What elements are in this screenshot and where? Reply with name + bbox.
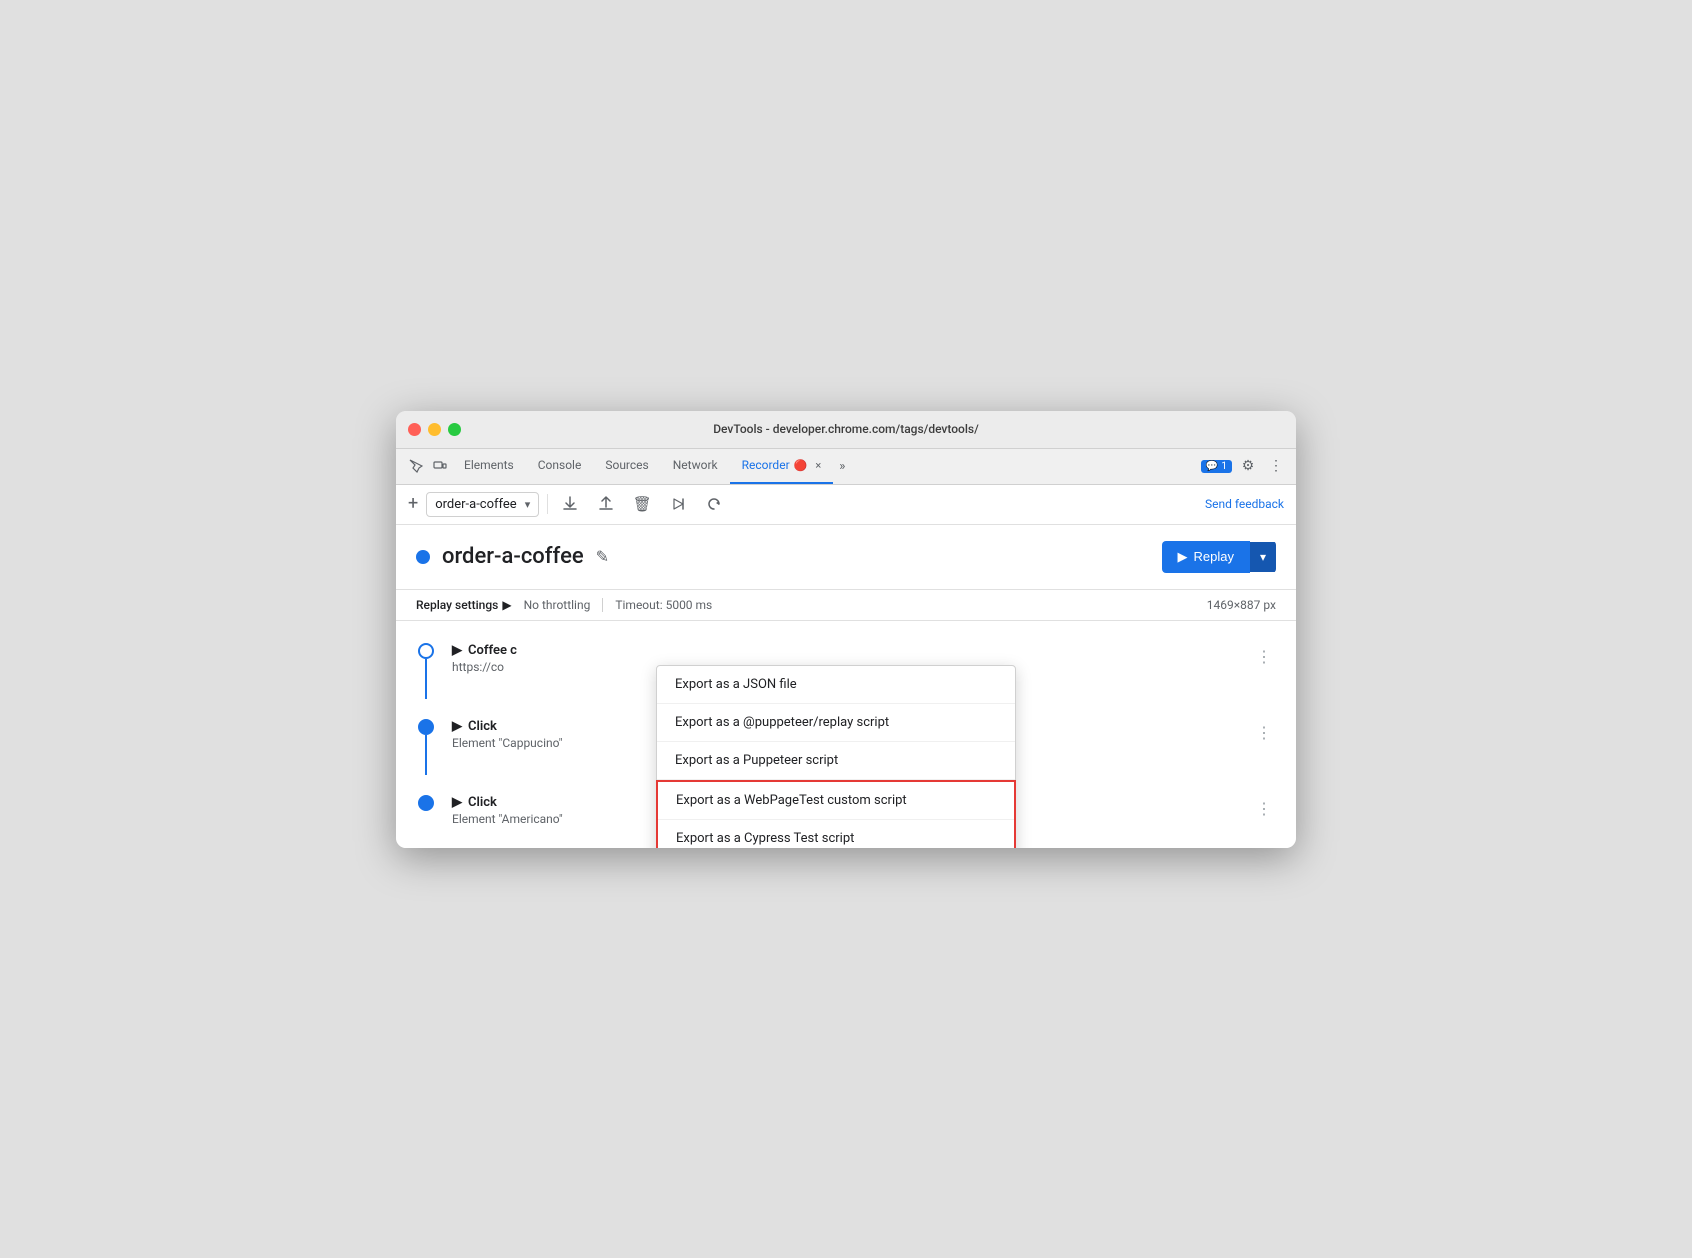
recording-name-label: order-a-coffee xyxy=(442,544,584,569)
replay-all-button[interactable] xyxy=(700,490,728,518)
traffic-lights xyxy=(408,423,461,436)
more-options-icon[interactable]: ⋮ xyxy=(1264,454,1288,478)
tab-close-icon[interactable]: × xyxy=(815,459,821,472)
step-line-2 xyxy=(425,735,427,775)
step-expand-icon-2[interactable]: ▶ xyxy=(452,719,462,734)
tab-elements[interactable]: Elements xyxy=(452,448,526,484)
settings-icon[interactable]: ⚙ xyxy=(1236,454,1260,478)
recording-header: order-a-coffee ✎ ▶ Replay ▾ xyxy=(396,525,1296,590)
recorder-main: order-a-coffee ✎ ▶ Replay ▾ Replay setti… xyxy=(396,525,1296,848)
step-circle-click1 xyxy=(418,719,434,735)
tab-console[interactable]: Console xyxy=(526,448,594,484)
device-icon[interactable] xyxy=(428,454,452,478)
replay-button[interactable]: ▶ Replay xyxy=(1162,541,1250,573)
export-json-item[interactable]: Export as a JSON file xyxy=(657,666,1015,704)
dimension-value: 1469×887 px xyxy=(1207,598,1276,612)
step-timeline xyxy=(416,643,436,699)
step-more-button-3[interactable]: ⋮ xyxy=(1252,795,1276,822)
replay-settings-row: Replay settings ▶ No throttling Timeout:… xyxy=(396,590,1296,621)
close-button[interactable] xyxy=(408,423,421,436)
export-webpagetest-item[interactable]: Export as a WebPageTest custom script xyxy=(658,782,1014,820)
step-circle-click2 xyxy=(418,795,434,811)
recorder-toolbar: + order-a-coffee ▾ 🗑 xyxy=(396,485,1296,525)
recorder-dot-icon: 🔴 xyxy=(794,459,808,472)
timeout-value: Timeout: 5000 ms xyxy=(615,598,712,612)
inspect-icon[interactable] xyxy=(404,454,428,478)
step-more-button-2[interactable]: ⋮ xyxy=(1252,719,1276,746)
toolbar-separator xyxy=(547,494,548,514)
export-cypress-item[interactable]: Export as a Cypress Test script xyxy=(658,820,1014,848)
tab-recorder[interactable]: Recorder 🔴 × xyxy=(730,448,834,484)
replay-settings-label[interactable]: Replay settings ▶ xyxy=(416,598,512,612)
dropdown-chevron-icon: ▾ xyxy=(525,498,531,511)
recording-selector[interactable]: order-a-coffee ▾ xyxy=(426,492,539,517)
delete-button[interactable]: 🗑 xyxy=(628,490,656,518)
notifications-badge[interactable]: 💬 1 xyxy=(1201,460,1232,473)
play-icon: ▶ xyxy=(1178,549,1188,565)
tab-sources[interactable]: Sources xyxy=(593,448,660,484)
settings-separator xyxy=(602,598,603,612)
throttle-value: No throttling xyxy=(524,598,591,612)
window-title: DevTools - developer.chrome.com/tags/dev… xyxy=(713,422,979,436)
edit-name-icon[interactable]: ✎ xyxy=(596,547,609,566)
maximize-button[interactable] xyxy=(448,423,461,436)
minimize-button[interactable] xyxy=(428,423,441,436)
step-title-nav: ▶ Coffee c xyxy=(452,643,1252,658)
step-expand-icon-3[interactable]: ▶ xyxy=(452,795,462,810)
add-recording-button[interactable]: + xyxy=(408,495,418,513)
export-plugin-group: Export as a WebPageTest custom script Ex… xyxy=(656,780,1016,848)
export-button[interactable] xyxy=(556,490,584,518)
recording-status-dot xyxy=(416,550,430,564)
step-timeline-2 xyxy=(416,719,436,775)
replay-button-group: ▶ Replay ▾ xyxy=(1162,541,1277,573)
step-circle-nav xyxy=(418,643,434,659)
step-over-button[interactable] xyxy=(664,490,692,518)
export-puppeteer-replay-item[interactable]: Export as a @puppeteer/replay script xyxy=(657,704,1015,742)
step-expand-icon[interactable]: ▶ xyxy=(452,643,462,658)
tab-network[interactable]: Network xyxy=(661,448,730,484)
devtools-window: DevTools - developer.chrome.com/tags/dev… xyxy=(396,411,1296,848)
step-line xyxy=(425,659,427,699)
export-puppeteer-item[interactable]: Export as a Puppeteer script xyxy=(657,742,1015,780)
replay-dropdown-button[interactable]: ▾ xyxy=(1250,542,1276,572)
import-button[interactable] xyxy=(592,490,620,518)
export-dropdown: Export as a JSON file Export as a @puppe… xyxy=(656,665,1016,848)
devtools-right-icons: 💬 1 ⚙ ⋮ xyxy=(1201,454,1288,478)
more-tabs-button[interactable]: » xyxy=(833,459,851,474)
step-timeline-3 xyxy=(416,795,436,811)
devtools-tabs-bar: Elements Console Sources Network Recorde… xyxy=(396,449,1296,485)
step-more-button[interactable]: ⋮ xyxy=(1252,643,1276,670)
send-feedback-link[interactable]: Send feedback xyxy=(1205,497,1284,511)
title-bar: DevTools - developer.chrome.com/tags/dev… xyxy=(396,411,1296,449)
